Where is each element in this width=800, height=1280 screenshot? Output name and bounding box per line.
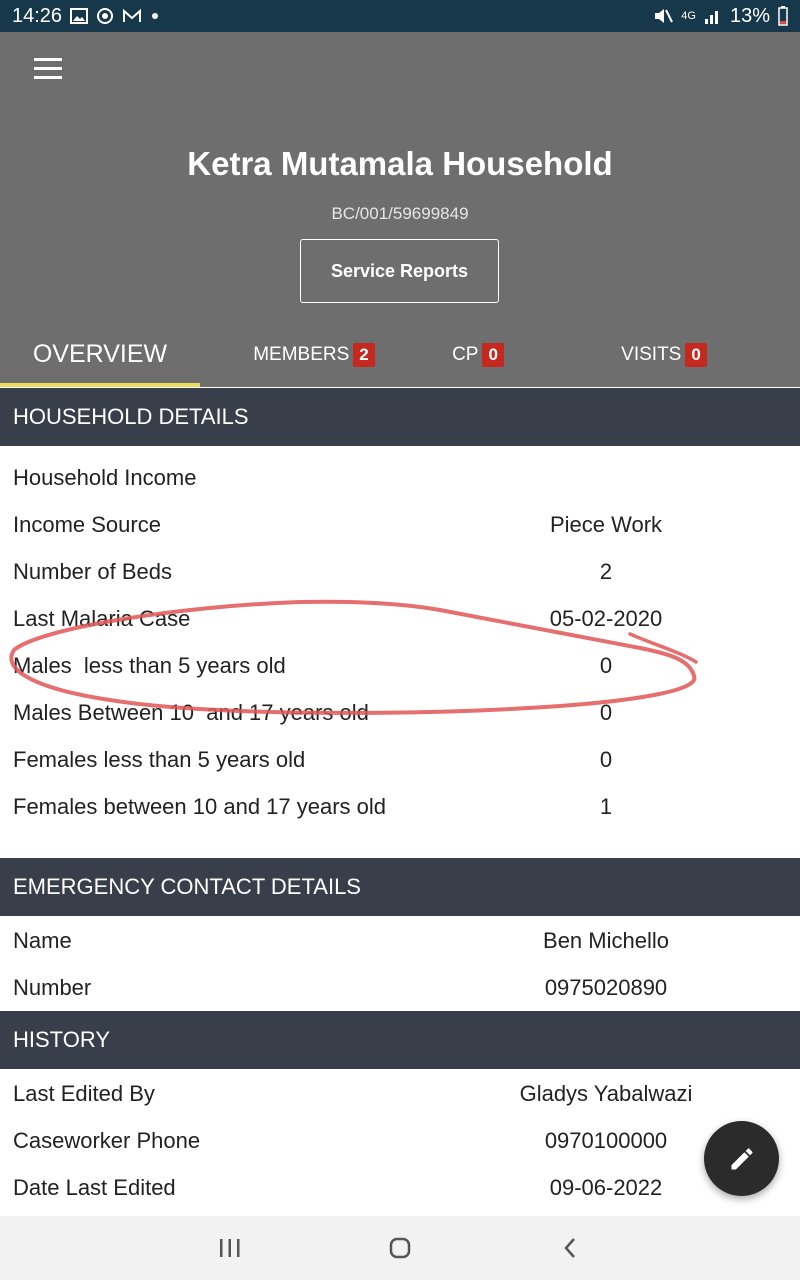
detail-value: 0975020890 [544,975,668,1000]
tab-overview[interactable]: OVERVIEW [0,322,200,387]
tab-cp[interactable]: CP 0 [428,322,528,387]
detail-label: Last Edited By [13,1081,155,1106]
detail-label: Last Malaria Case [13,606,191,631]
detail-label: Caseworker Phone [13,1128,201,1153]
tab-label: CP [452,343,479,365]
system-nav-bar [0,1216,800,1280]
detail-value: Piece Work [549,512,663,537]
back-icon[interactable] [550,1228,590,1268]
tab-label: MEMBERS [253,343,350,365]
history-header: HISTORY [0,1011,800,1069]
tab-bar: OVERVIEW MEMBERS 2 CP 0 VISITS 0 [0,322,800,387]
tab-members[interactable]: MEMBERS 2 [200,322,428,387]
dot-icon [150,11,160,21]
detail-value: Ben Michello [543,928,669,953]
detail-label: Females less than 5 years old [13,747,306,772]
mute-icon [653,7,674,25]
sync-icon [96,7,114,25]
detail-label: Number [13,975,92,1000]
detail-label: Name [13,928,72,953]
detail-value: 0 [599,700,613,725]
detail-value: Gladys Yabalwazi [519,1081,693,1106]
detail-value: 2 [599,559,613,584]
status-bar: 14:26 4G 13% [0,0,800,32]
gallery-icon [70,8,89,24]
detail-label: Date Last Edited [13,1175,176,1200]
visits-count-badge: 0 [685,342,707,367]
recent-apps-icon[interactable] [210,1228,250,1268]
status-time: 14:26 [12,4,63,27]
members-count-badge: 2 [353,342,375,367]
network-type: 4G [681,10,696,22]
home-icon[interactable] [380,1228,420,1268]
page-title: Ketra Mutamala Household [187,145,613,182]
detail-value: 1 [599,794,613,819]
edit-fab-button[interactable] [704,1121,779,1196]
tab-visits[interactable]: VISITS 0 [528,322,800,387]
hamburger-icon[interactable] [34,58,64,84]
detail-label: Males less than 5 years old [13,653,286,678]
detail-value: 0 [599,747,613,772]
battery-percent: 13% [729,4,770,27]
household-details-header: HOUSEHOLD DETAILS [0,388,800,446]
household-code: BC/001/59699849 [331,204,469,223]
detail-label: Males Between 10 and 17 years old [13,700,369,725]
pencil-icon [731,1147,753,1169]
detail-label: Household Income [13,465,197,490]
household-header: Ketra Mutamala Household BC/001/59699849… [0,32,800,387]
detail-label: Income Source [13,512,161,537]
mail-icon [122,8,142,24]
detail-value: 05-02-2020 [549,606,663,631]
service-reports-button[interactable]: Service Reports [300,239,499,303]
cp-count-badge: 0 [482,342,504,367]
tab-label: OVERVIEW [32,340,168,368]
tab-label: VISITS [621,343,682,365]
battery-icon [778,6,788,26]
detail-label: Females between 10 and 17 years old [13,794,387,819]
detail-value: 0 [599,653,613,678]
signal-icon [704,8,722,24]
emergency-contact-header: EMERGENCY CONTACT DETAILS [0,858,800,916]
detail-label: Number of Beds [13,559,172,584]
